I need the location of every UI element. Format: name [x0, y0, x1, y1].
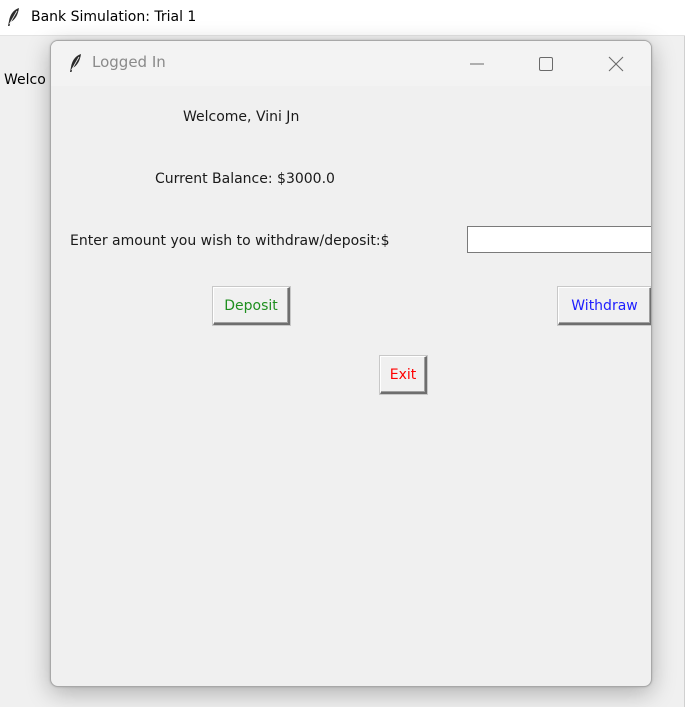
main-window-welcome-text: Welco	[4, 72, 46, 88]
deposit-button[interactable]: Deposit	[213, 287, 290, 325]
maximize-button[interactable]	[523, 41, 569, 86]
amount-prompt-label: Enter amount you wish to withdraw/deposi…	[70, 233, 390, 249]
close-button[interactable]	[593, 41, 639, 86]
exit-button[interactable]: Exit	[380, 356, 427, 394]
withdraw-button[interactable]: Withdraw	[558, 287, 651, 325]
feather-icon	[68, 53, 84, 73]
main-window-title: Bank Simulation: Trial 1	[31, 9, 197, 25]
close-icon	[608, 56, 624, 71]
dialog-title: Logged In	[92, 53, 166, 71]
welcome-label: Welcome, Vini Jn	[183, 109, 300, 125]
logged-in-dialog: Logged In Welcome, Vini Jn Current Balan…	[50, 40, 652, 687]
balance-label: Current Balance: $3000.0	[155, 171, 335, 187]
main-window-titlebar[interactable]: Bank Simulation: Trial 1	[0, 0, 685, 36]
minimize-icon	[470, 63, 484, 64]
minimize-button[interactable]	[454, 41, 500, 86]
dialog-titlebar[interactable]: Logged In	[51, 41, 651, 86]
feather-icon	[6, 7, 22, 27]
maximize-icon	[539, 56, 553, 71]
amount-input[interactable]	[467, 226, 651, 253]
